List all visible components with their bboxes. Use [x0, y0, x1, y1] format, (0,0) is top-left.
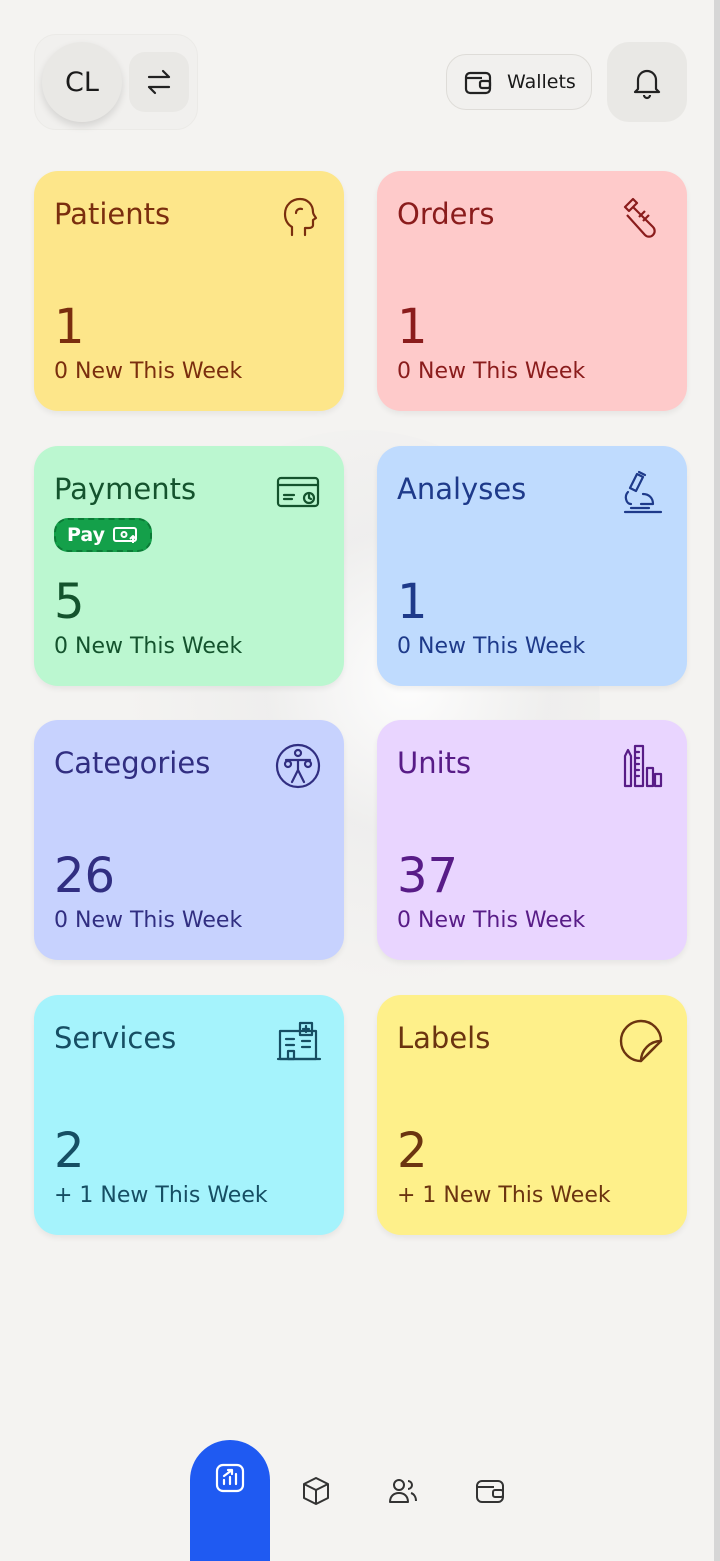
card-count: 1: [54, 299, 85, 355]
avatar[interactable]: CL: [42, 42, 122, 122]
card-count: 2: [54, 1123, 85, 1179]
nav-wallet[interactable]: [455, 1452, 525, 1530]
wallet-icon: [464, 71, 492, 95]
switch-account-button[interactable]: [129, 52, 189, 112]
card-title: Analyses: [397, 472, 527, 506]
test-tube-icon: [623, 197, 656, 238]
units-card[interactable]: Units 37 0 New This Week: [377, 720, 687, 960]
card-subtitle: + 1 New This Week: [54, 1183, 268, 1208]
card-count: 1: [397, 299, 428, 355]
notifications-button[interactable]: [607, 42, 687, 122]
orders-card[interactable]: Orders 1 0 New This Week: [377, 171, 687, 411]
card-title: Patients: [54, 197, 171, 231]
card-subtitle: 0 New This Week: [397, 359, 586, 384]
card-title: Categories: [54, 746, 211, 780]
card-subtitle: 0 New This Week: [397, 908, 586, 933]
hospital-icon: [276, 1021, 322, 1061]
nav-users[interactable]: [368, 1452, 438, 1530]
patients-card[interactable]: Patients 1 0 New This Week: [34, 171, 344, 411]
head-profile-icon: [283, 197, 318, 237]
card-count: 26: [54, 848, 116, 904]
microscope-icon: [623, 470, 663, 514]
card-title: Payments: [54, 472, 197, 506]
nav-dashboard[interactable]: [190, 1440, 270, 1561]
card-count: 5: [54, 574, 85, 630]
pay-label: Pay: [66, 524, 106, 546]
wallets-button[interactable]: Wallets: [446, 54, 592, 110]
card-subtitle: 0 New This Week: [54, 359, 243, 384]
card-clock-icon: [276, 476, 320, 508]
payments-card[interactable]: Payments Pay 5 0 New This Week: [34, 446, 344, 686]
card-subtitle: 0 New This Week: [54, 634, 243, 659]
card-title: Orders: [397, 197, 495, 231]
wallets-label: Wallets: [507, 71, 576, 93]
ruler-chart-icon: [623, 744, 663, 788]
card-subtitle: + 1 New This Week: [397, 1183, 611, 1208]
sticker-icon: [619, 1019, 663, 1063]
labels-card[interactable]: Labels 2 + 1 New This Week: [377, 995, 687, 1235]
bell-icon: [633, 69, 661, 100]
card-count: 37: [397, 848, 459, 904]
card-subtitle: 0 New This Week: [54, 908, 243, 933]
card-count: 2: [397, 1123, 428, 1179]
card-count: 1: [397, 574, 428, 630]
analyses-card[interactable]: Analyses 1 0 New This Week: [377, 446, 687, 686]
card-subtitle: 0 New This Week: [397, 634, 586, 659]
card-title: Services: [54, 1021, 177, 1055]
swap-arrows-icon: [147, 69, 171, 95]
avatar-initials: CL: [65, 66, 99, 98]
card-title: Labels: [397, 1021, 491, 1055]
card-title: Units: [397, 746, 472, 780]
wallet-icon: [476, 1480, 504, 1503]
cash-arrow-icon: [113, 527, 138, 543]
users-icon: [389, 1479, 417, 1503]
package-icon: [303, 1477, 329, 1505]
services-card[interactable]: Services 2 + 1 New This Week: [34, 995, 344, 1235]
categories-card[interactable]: Categories 26 0 New This Week: [34, 720, 344, 960]
body-anatomy-icon: [275, 743, 321, 789]
pay-button[interactable]: Pay: [54, 518, 152, 552]
scroll-edge: [714, 0, 720, 1561]
nav-packages[interactable]: [281, 1452, 351, 1530]
dashboard-icon: [215, 1463, 245, 1493]
